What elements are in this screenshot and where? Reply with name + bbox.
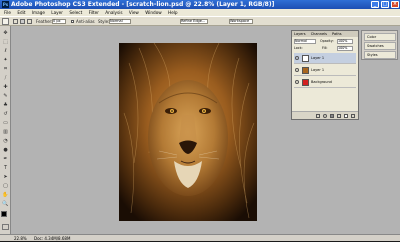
layer-name: Background	[311, 80, 332, 84]
swatches-panel-button[interactable]: Swatches	[364, 42, 396, 50]
antialias-checkbox[interactable]	[71, 20, 74, 23]
brush-tool-icon[interactable]: ✎	[1, 92, 10, 100]
title-bar: Ps Adobe Photoshop CS3 Extended - [scrat…	[0, 0, 400, 9]
layer-thumbnail	[302, 67, 309, 74]
visibility-eye-icon[interactable]	[295, 68, 299, 72]
quick-mask-icon[interactable]	[2, 224, 9, 230]
menu-layer[interactable]: Layer	[51, 10, 63, 15]
menu-select[interactable]: Select	[69, 10, 82, 15]
pen-tool-icon[interactable]: ✒	[1, 155, 10, 163]
collapsed-panels-dock: Color Swatches Styles	[361, 30, 398, 60]
menu-analysis[interactable]: Analysis	[105, 10, 122, 15]
layer-thumbnail	[302, 79, 309, 86]
marquee-tool-icon[interactable]: ⬚	[1, 38, 10, 46]
style-select[interactable]: Normal	[109, 19, 131, 24]
marquee-tool-preset-icon[interactable]	[2, 18, 9, 25]
new-selection-icon[interactable]	[13, 19, 18, 24]
options-bar: Feather: 0 px Anti-alias Style: Normal R…	[0, 16, 400, 26]
layer-row[interactable]: Background	[294, 77, 356, 88]
hand-tool-icon[interactable]: ✋	[1, 191, 10, 199]
trash-icon[interactable]	[351, 114, 355, 118]
magic-wand-tool-icon[interactable]: ✦	[1, 56, 10, 64]
menu-file[interactable]: File	[4, 10, 11, 15]
clone-stamp-tool-icon[interactable]: ♣	[1, 101, 10, 109]
gradient-tool-icon[interactable]: ▥	[1, 128, 10, 136]
color-panel-button[interactable]: Color	[364, 33, 396, 41]
photoshop-app-icon: Ps	[2, 1, 9, 8]
history-brush-tool-icon[interactable]: ↺	[1, 110, 10, 118]
type-tool-icon[interactable]: T	[1, 164, 10, 172]
dodge-tool-icon[interactable]: ●	[1, 146, 10, 154]
close-button[interactable]: ×	[391, 1, 399, 8]
opacity-input[interactable]: 100%	[337, 39, 353, 44]
menu-view[interactable]: View	[129, 10, 139, 15]
eraser-tool-icon[interactable]: ▭	[1, 119, 10, 127]
zoom-tool-icon[interactable]: 🔍	[1, 200, 10, 208]
blend-mode-select[interactable]: Normal	[294, 39, 316, 44]
tab-channels[interactable]: Channels	[309, 32, 329, 36]
new-group-icon[interactable]	[337, 114, 341, 118]
foreground-color-swatch[interactable]	[1, 211, 7, 217]
menu-image[interactable]: Image	[32, 10, 45, 15]
layer-thumbnail	[302, 55, 309, 62]
tools-panel: ✥ ⬚ ℓ ✦ ⌗ ⧸ ✚ ✎ ♣ ↺ ▭ ▥ ◔ ● ✒ T ➤ ▢ ✋ 🔍	[0, 26, 11, 234]
lion-image	[119, 43, 257, 221]
feather-input[interactable]: 0 px	[52, 19, 66, 24]
opacity-label: Opacity:	[320, 39, 334, 43]
move-tool-icon[interactable]: ✥	[1, 29, 10, 37]
menu-bar: File Edit Image Layer Select Filter Anal…	[0, 9, 400, 16]
layer-style-icon[interactable]	[323, 114, 327, 118]
minimize-button[interactable]: _	[371, 1, 379, 8]
maximize-button[interactable]: □	[381, 1, 389, 8]
visibility-eye-icon[interactable]	[295, 56, 299, 60]
tab-layers[interactable]: Layers	[292, 32, 308, 36]
styles-panel-button[interactable]: Styles	[364, 51, 396, 59]
refine-edge-button[interactable]: Refine Edge...	[180, 19, 208, 24]
subtract-selection-icon[interactable]	[27, 19, 32, 24]
document-canvas[interactable]	[119, 43, 257, 221]
window-title: Adobe Photoshop CS3 Extended - [scratch-…	[11, 1, 275, 8]
layer-name: Layer 1	[311, 56, 325, 60]
fill-label: Fill:	[322, 46, 328, 50]
menu-help[interactable]: Help	[168, 10, 178, 15]
lasso-tool-icon[interactable]: ℓ	[1, 47, 10, 55]
visibility-eye-icon[interactable]	[295, 80, 299, 84]
layer-mask-icon[interactable]	[330, 114, 334, 118]
lock-label: Lock:	[294, 46, 303, 50]
layers-panel-tabs: Layers Channels Paths	[292, 31, 358, 37]
fill-input[interactable]: 100%	[337, 46, 353, 51]
shape-tool-icon[interactable]: ▢	[1, 182, 10, 190]
blur-tool-icon[interactable]: ◔	[1, 137, 10, 145]
status-bar: 22.8% Doc: 4.34M/8.68M	[0, 234, 400, 241]
crop-tool-icon[interactable]: ⌗	[1, 65, 10, 73]
menu-edit[interactable]: Edit	[17, 10, 25, 15]
layers-panel-footer	[292, 111, 358, 119]
layer-row[interactable]: Layer 1	[294, 65, 356, 76]
layer-name: Layer 1	[311, 68, 325, 72]
add-selection-icon[interactable]	[20, 19, 25, 24]
link-layers-icon[interactable]	[316, 114, 320, 118]
new-layer-icon[interactable]	[344, 114, 348, 118]
layer-row[interactable]: Layer 1	[294, 53, 356, 64]
path-selection-tool-icon[interactable]: ➤	[1, 173, 10, 181]
tab-paths[interactable]: Paths	[330, 32, 344, 36]
layers-panel: Layers Channels Paths Normal Opacity: 10…	[291, 30, 359, 120]
menu-filter[interactable]: Filter	[89, 10, 99, 15]
healing-brush-tool-icon[interactable]: ✚	[1, 83, 10, 91]
workspace-button[interactable]: Workspace	[229, 19, 253, 24]
menu-window[interactable]: Window	[145, 10, 162, 15]
slice-tool-icon[interactable]: ⧸	[1, 74, 10, 82]
